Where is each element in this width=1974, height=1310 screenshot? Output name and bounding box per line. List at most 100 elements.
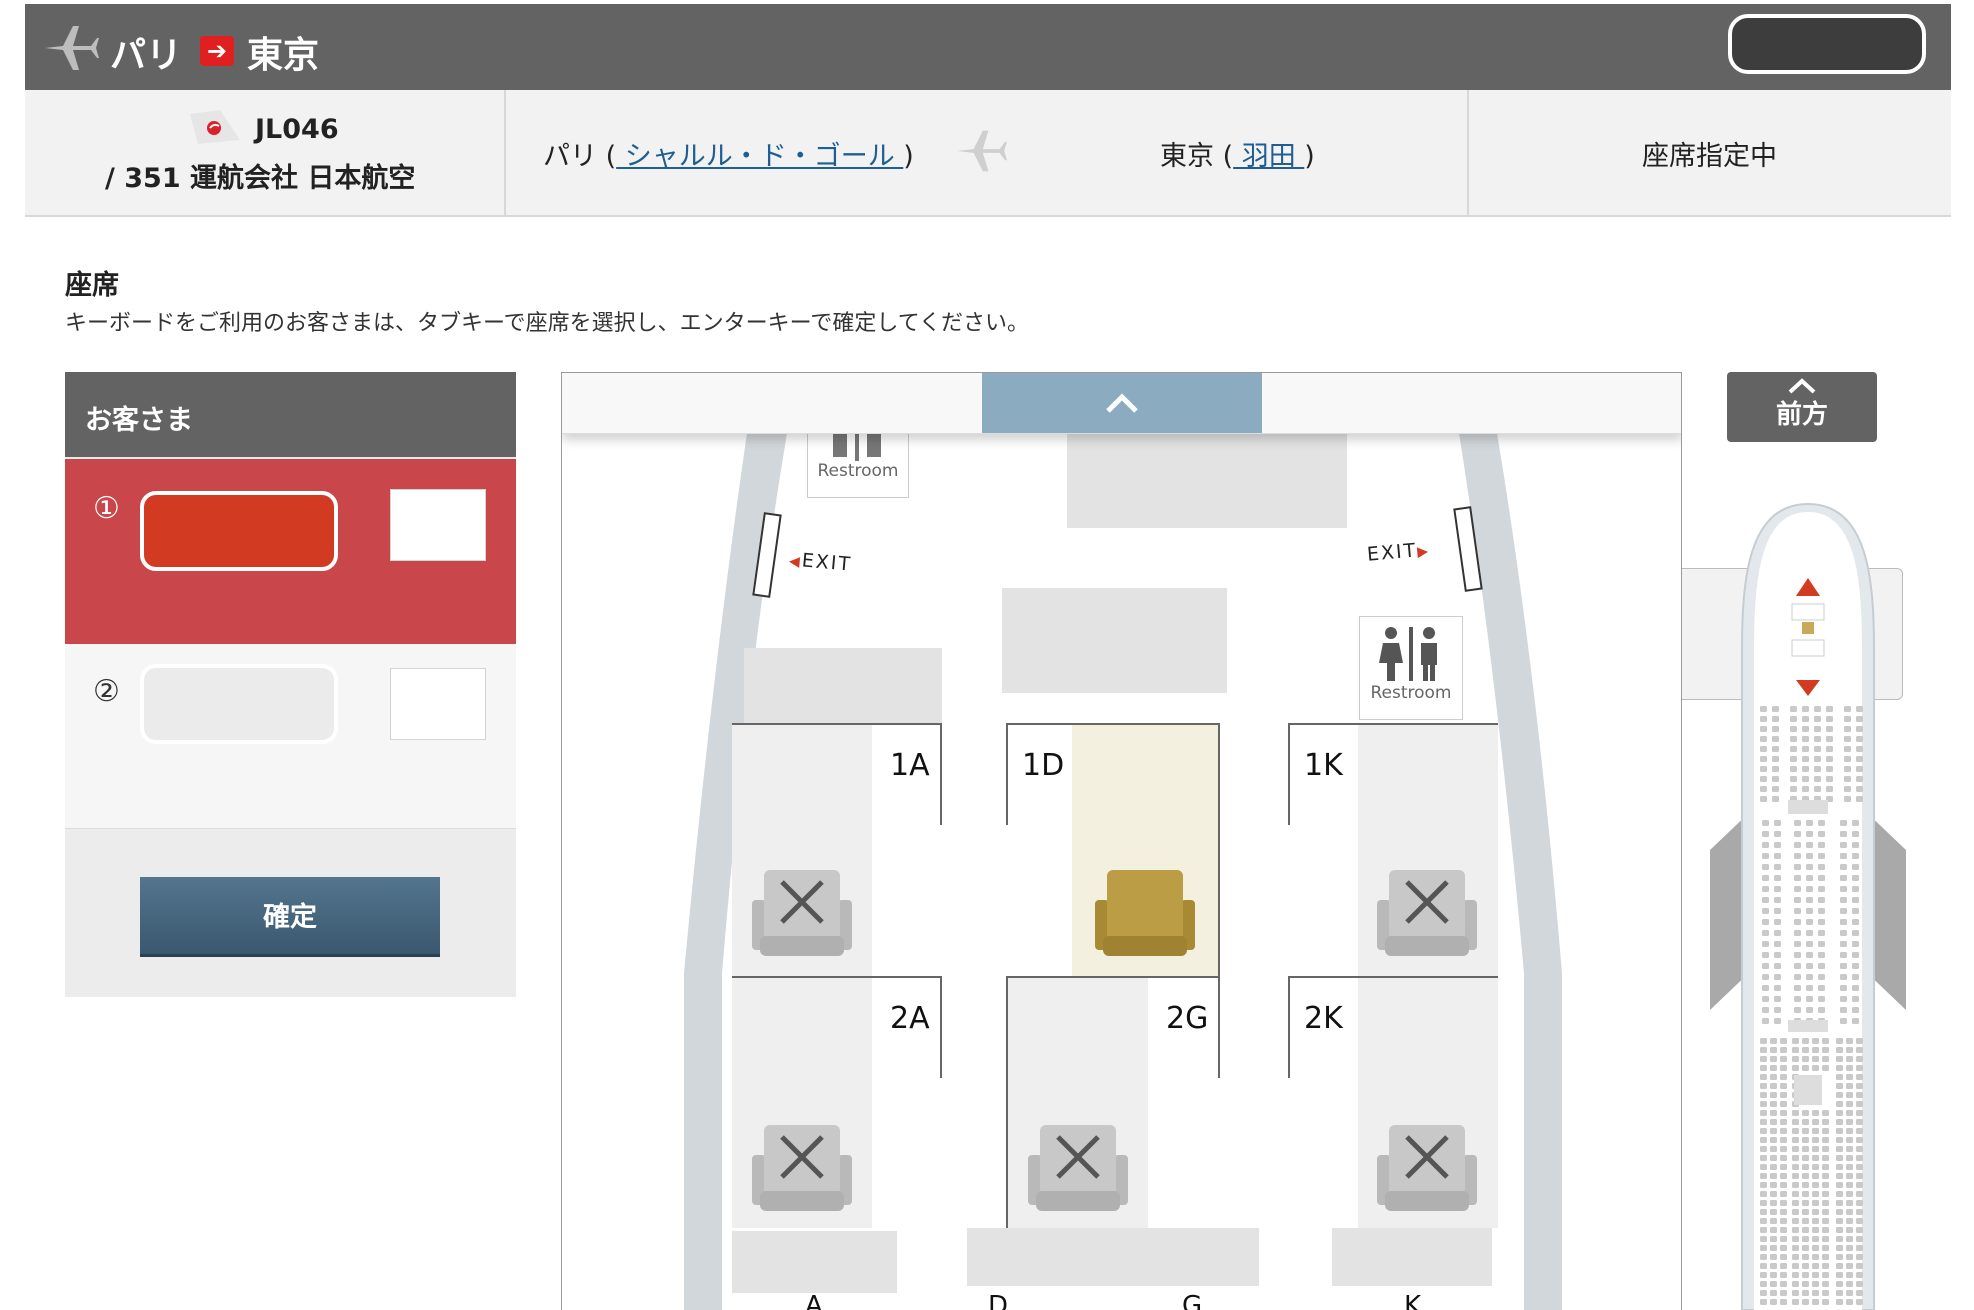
mini-seat bbox=[1836, 1137, 1843, 1143]
destination-airport-link[interactable]: 羽田 bbox=[1233, 141, 1304, 172]
mini-seat bbox=[1812, 1245, 1819, 1251]
mini-seat bbox=[1762, 842, 1769, 848]
column-letter: K bbox=[1404, 1291, 1422, 1310]
mini-seat bbox=[1852, 1007, 1859, 1013]
mini-seat bbox=[1840, 963, 1847, 969]
mini-seat bbox=[1840, 864, 1847, 870]
mini-seat bbox=[1856, 1236, 1863, 1242]
mini-seat bbox=[1826, 756, 1833, 762]
mini-seat bbox=[1802, 1290, 1809, 1296]
mini-seat bbox=[1774, 1007, 1781, 1013]
mini-seat bbox=[1760, 1281, 1767, 1287]
mini-seat bbox=[1852, 853, 1859, 859]
mini-seat bbox=[1822, 1164, 1829, 1170]
mini-seat bbox=[1792, 1056, 1799, 1062]
mini-seat bbox=[1822, 1137, 1829, 1143]
origin-airport-link[interactable]: シャルル・ド・ゴール bbox=[616, 141, 903, 172]
mini-seat bbox=[1780, 1209, 1787, 1215]
mini-seat bbox=[1818, 864, 1825, 870]
mini-seat bbox=[1802, 1038, 1809, 1044]
mini-seat bbox=[1836, 1047, 1843, 1053]
mini-seat bbox=[1760, 746, 1767, 752]
mini-seat bbox=[1760, 1200, 1767, 1206]
mini-seat bbox=[1770, 1155, 1777, 1161]
mini-seat bbox=[1772, 706, 1779, 712]
mini-seat bbox=[1812, 1047, 1819, 1053]
passenger-row[interactable]: ② bbox=[65, 644, 516, 829]
mini-seat bbox=[1836, 1254, 1843, 1260]
aircraft-overview-map[interactable] bbox=[1708, 500, 1908, 1310]
mini-seat bbox=[1770, 1281, 1777, 1287]
passenger-seat-field[interactable] bbox=[390, 489, 486, 561]
mini-seat bbox=[1836, 1155, 1843, 1161]
mini-seat bbox=[1812, 1218, 1819, 1224]
header-menu-button[interactable] bbox=[1728, 14, 1926, 74]
console-block bbox=[1332, 1228, 1492, 1286]
mini-seat bbox=[1806, 952, 1813, 958]
mini-seat bbox=[1762, 853, 1769, 859]
mini-seat bbox=[1822, 1263, 1829, 1269]
mini-seat bbox=[1840, 908, 1847, 914]
mini-seat bbox=[1772, 726, 1779, 732]
mini-seat bbox=[1774, 941, 1781, 947]
airplane-icon bbox=[956, 130, 1007, 172]
mini-seat bbox=[1794, 864, 1801, 870]
section-title: 座席 bbox=[65, 270, 119, 301]
mini-seat bbox=[1814, 726, 1821, 732]
mini-seat bbox=[1790, 786, 1797, 792]
center-console bbox=[1002, 588, 1227, 693]
passenger-name-field[interactable] bbox=[140, 664, 338, 744]
mini-seat bbox=[1806, 842, 1813, 848]
chevron-up-icon bbox=[1788, 378, 1816, 394]
console-block bbox=[967, 1228, 1259, 1286]
mini-seat bbox=[1770, 1254, 1777, 1260]
mini-seat bbox=[1794, 974, 1801, 980]
confirm-button[interactable]: 確定 bbox=[140, 877, 440, 957]
flight-operator: / 351 運航会社 日本航空 bbox=[105, 163, 416, 194]
mini-seat bbox=[1770, 1092, 1777, 1098]
scroll-up-button[interactable] bbox=[982, 373, 1262, 433]
seat-1D[interactable] bbox=[1095, 870, 1195, 964]
mini-seat bbox=[1856, 1074, 1863, 1080]
mini-seat bbox=[1846, 1254, 1853, 1260]
mini-seat bbox=[1844, 796, 1851, 802]
mini-seat bbox=[1762, 1018, 1769, 1024]
wall-block-left bbox=[744, 648, 942, 724]
mini-seat bbox=[1790, 776, 1797, 782]
mini-seat bbox=[1802, 1299, 1809, 1305]
mini-seat bbox=[1802, 1272, 1809, 1278]
mini-seat bbox=[1844, 736, 1851, 742]
mini-seat bbox=[1846, 1227, 1853, 1233]
mini-seat bbox=[1818, 996, 1825, 1002]
mini-seat bbox=[1822, 1038, 1829, 1044]
mini-seat bbox=[1812, 1281, 1819, 1287]
mini-seat bbox=[1856, 716, 1863, 722]
mini-seat bbox=[1802, 1245, 1809, 1251]
mini-seat bbox=[1844, 756, 1851, 762]
passenger-row-active[interactable]: ① bbox=[65, 459, 516, 644]
passenger-seat-field[interactable] bbox=[390, 668, 486, 740]
mini-seat bbox=[1812, 1110, 1819, 1116]
mini-seat bbox=[1852, 820, 1859, 826]
exit-text: EXIT bbox=[1366, 539, 1419, 566]
mini-seat bbox=[1846, 1074, 1853, 1080]
mini-seat bbox=[1818, 963, 1825, 969]
forward-button[interactable]: 前方 bbox=[1727, 372, 1877, 442]
mini-seat bbox=[1792, 1164, 1799, 1170]
mini-seat bbox=[1780, 1182, 1787, 1188]
console-block bbox=[732, 1231, 897, 1293]
mini-seat bbox=[1794, 1007, 1801, 1013]
flight-info-bar: JL046 / 351 運航会社 日本航空 パリ ( シャルル・ド・ゴール ) … bbox=[25, 90, 1951, 217]
mini-seat bbox=[1774, 974, 1781, 980]
mini-seat bbox=[1846, 1299, 1853, 1305]
mini-seat bbox=[1852, 897, 1859, 903]
mini-seat bbox=[1774, 963, 1781, 969]
mini-seat bbox=[1802, 716, 1809, 722]
passenger-name-field[interactable] bbox=[140, 491, 338, 571]
mini-seat bbox=[1822, 1299, 1829, 1305]
jal-tail-logo-icon bbox=[190, 110, 240, 144]
mini-seat bbox=[1822, 1281, 1829, 1287]
mini-seat bbox=[1822, 1245, 1829, 1251]
mini-seat bbox=[1836, 1092, 1843, 1098]
mini-seat bbox=[1856, 1245, 1863, 1251]
